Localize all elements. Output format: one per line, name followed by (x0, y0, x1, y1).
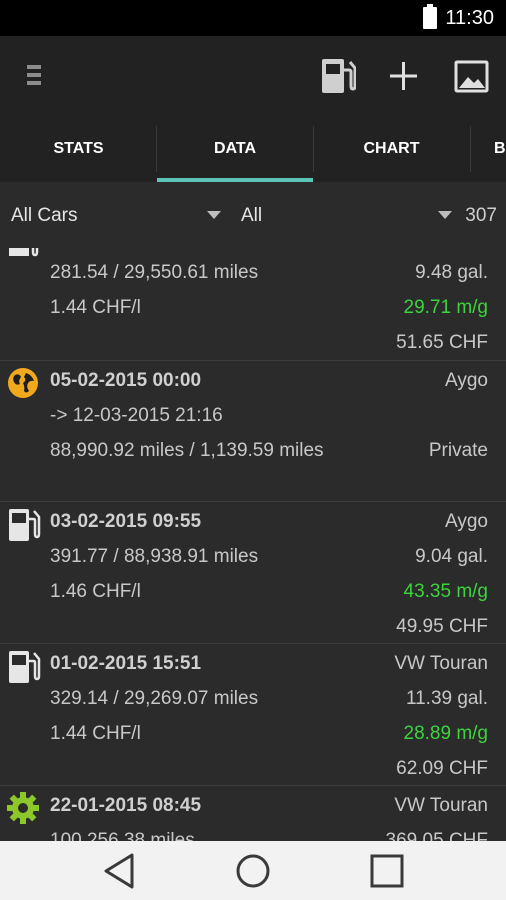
image-icon[interactable] (454, 56, 490, 96)
menu-icon[interactable] (27, 65, 41, 87)
app-toolbar (0, 36, 506, 116)
battery-icon (423, 4, 437, 29)
fuel-volume: 9.04 gal. (415, 546, 488, 567)
trip-distance: 88,990.92 miles / 1,139.59 miles (50, 440, 324, 461)
fuel-pump-icon[interactable] (320, 56, 356, 96)
gear-icon (7, 792, 39, 824)
car-filter-value[interactable]: All Cars (11, 205, 78, 227)
car-name: Aygo (445, 370, 488, 391)
tab-partial[interactable]: BI (470, 116, 506, 182)
home-icon[interactable] (233, 851, 273, 891)
fuel-pump-icon (9, 509, 41, 541)
entries-list[interactable]: 281.54 / 29,550.61 miles 9.48 gal. 1.44 … (0, 248, 506, 841)
car-name: Aygo (445, 511, 488, 532)
entry-count: 307 (465, 205, 497, 226)
car-name: VW Touran (394, 653, 488, 674)
entry-date: 01-02-2015 15:51 (50, 653, 202, 674)
distance-odometer: 329.14 / 29,269.07 miles (50, 688, 259, 709)
type-dropdown-arrow-icon[interactable] (438, 211, 452, 219)
tab-bar: STATS DATA CHART BI (0, 116, 506, 182)
entry-date: 22-01-2015 08:45 (50, 795, 202, 816)
filter-bar: All Cars All 307 (0, 182, 506, 248)
list-item[interactable]: 03-02-2015 09:55 Aygo 391.77 / 88,938.91… (0, 502, 506, 644)
fuel-price: 1.44 CHF/l (50, 723, 141, 744)
status-time: 11:30 (445, 7, 494, 29)
fuel-pump-icon (9, 248, 39, 257)
total-cost: 49.95 CHF (396, 616, 488, 637)
system-nav-bar (0, 841, 506, 900)
tab-data[interactable]: DATA (157, 116, 313, 182)
total-cost: 62.09 CHF (396, 758, 488, 779)
total-cost: 369.05 CHF (385, 830, 488, 841)
plus-icon[interactable] (386, 56, 422, 96)
fuel-volume: 11.39 gal. (405, 688, 488, 709)
trip-category: Private (428, 440, 488, 461)
fuel-price: 1.44 CHF/l (50, 297, 141, 318)
entry-date: 05-02-2015 00:00 (50, 370, 202, 391)
list-item[interactable]: 22-01-2015 08:45 VW Touran 100,256.38 mi… (0, 786, 506, 841)
fuel-efficiency: 43.35 m/g (403, 581, 489, 602)
odometer: 100,256.38 miles (50, 830, 195, 841)
tab-chart[interactable]: CHART (313, 116, 470, 182)
fuel-efficiency: 28.89 m/g (403, 723, 489, 744)
distance-odometer: 281.54 / 29,550.61 miles (50, 262, 259, 283)
entry-date: 03-02-2015 09:55 (50, 511, 202, 532)
fuel-volume: 9.48 gal. (415, 262, 488, 283)
total-cost: 51.65 CHF (396, 332, 488, 353)
car-dropdown-arrow-icon[interactable] (207, 211, 221, 219)
tab-stats[interactable]: STATS (0, 116, 157, 182)
list-item[interactable]: 281.54 / 29,550.61 miles 9.48 gal. 1.44 … (0, 248, 506, 361)
globe-icon (8, 368, 38, 398)
type-filter-value[interactable]: All (241, 205, 262, 227)
list-item[interactable]: 05-02-2015 00:00 Aygo -> 12-03-2015 21:1… (0, 361, 506, 502)
trip-end-date: -> 12-03-2015 21:16 (50, 405, 223, 426)
status-bar: 11:30 (0, 0, 506, 36)
recents-icon[interactable] (367, 851, 407, 891)
back-icon[interactable] (100, 851, 140, 891)
car-name: VW Touran (394, 795, 488, 816)
fuel-pump-icon (9, 651, 41, 683)
fuel-price: 1.46 CHF/l (50, 581, 141, 602)
fuel-efficiency: 29.71 m/g (403, 297, 489, 318)
distance-odometer: 391.77 / 88,938.91 miles (50, 546, 259, 567)
list-item[interactable]: 01-02-2015 15:51 VW Touran 329.14 / 29,2… (0, 644, 506, 786)
